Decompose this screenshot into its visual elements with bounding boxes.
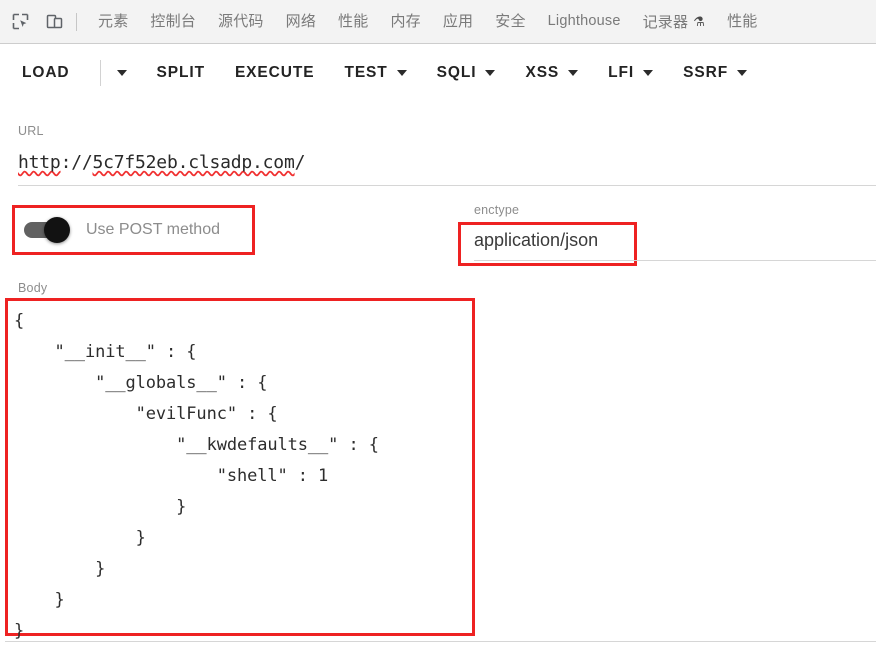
split-button[interactable]: SPLIT — [157, 58, 205, 88]
post-method-label: Use POST method — [86, 221, 220, 238]
url-field-underline — [18, 185, 876, 186]
xss-button[interactable]: XSS — [525, 58, 579, 88]
url-path: / — [294, 152, 306, 173]
ssrf-button-label: SSRF — [683, 63, 729, 81]
tabbar-divider — [76, 12, 77, 31]
load-divider — [99, 59, 101, 86]
url-input[interactable]: http://5c7f52eb.clsadp.com/ — [18, 152, 305, 173]
tab-memory[interactable]: 内存 — [379, 0, 431, 43]
flask-icon: ⚗ — [693, 13, 706, 29]
sqli-button[interactable]: SQLI — [437, 58, 496, 88]
inspect-element-icon[interactable] — [6, 8, 34, 36]
chevron-down-icon — [396, 69, 407, 76]
load-dropdown-button[interactable] — [113, 64, 131, 82]
tab-recorder-label: 记录器 — [642, 13, 689, 31]
tab-console[interactable]: 控制台 — [139, 0, 207, 43]
enctype-field-underline — [474, 260, 876, 261]
devtools-tab-bar: 元素 控制台 源代码 网络 性能 内存 应用 安全 Lighthouse 记录器… — [0, 0, 876, 44]
chevron-down-icon — [116, 69, 127, 76]
test-button[interactable]: TEST — [344, 58, 407, 88]
ssrf-button[interactable]: SSRF — [683, 58, 748, 88]
tab-performance-insights[interactable]: 性能 — [716, 0, 768, 43]
url-scheme: http — [18, 152, 61, 173]
chevron-down-icon — [568, 69, 579, 76]
body-field-label: Body — [18, 281, 48, 295]
action-toolbar: LOAD SPLIT EXECUTE TEST SQLI XSS LFI SSR… — [0, 45, 876, 100]
tab-application[interactable]: 应用 — [432, 0, 484, 43]
chevron-down-icon — [485, 69, 496, 76]
tab-performance[interactable]: 性能 — [327, 0, 379, 43]
device-toolbar-icon[interactable] — [40, 8, 68, 36]
lfi-button[interactable]: LFI — [608, 58, 654, 88]
toggle-knob — [44, 217, 70, 243]
tab-elements[interactable]: 元素 — [87, 0, 139, 43]
tab-lighthouse[interactable]: Lighthouse — [537, 0, 632, 43]
tab-security[interactable]: 安全 — [484, 0, 536, 43]
chevron-down-icon — [643, 69, 654, 76]
sqli-button-label: SQLI — [436, 63, 477, 81]
chevron-down-icon — [737, 69, 748, 76]
tab-recorder[interactable]: 记录器 ⚗ — [632, 0, 716, 43]
load-button[interactable]: LOAD — [22, 58, 70, 88]
body-field-underline — [5, 641, 876, 642]
body-input[interactable]: { "__init__" : { "__globals__" : { "evil… — [14, 306, 469, 647]
url-host: 5c7f52eb.clsadp.com — [92, 152, 295, 173]
tab-sources[interactable]: 源代码 — [207, 0, 275, 43]
enctype-field-label: enctype — [474, 203, 520, 217]
url-field-label: URL — [18, 124, 44, 138]
xss-button-label: XSS — [525, 63, 560, 81]
execute-button[interactable]: EXECUTE — [235, 58, 315, 88]
post-method-toggle-row[interactable]: Use POST method — [12, 205, 255, 255]
post-method-toggle[interactable] — [24, 217, 70, 243]
tab-network[interactable]: 网络 — [275, 0, 327, 43]
url-separator: :// — [60, 152, 93, 173]
lfi-button-label: LFI — [608, 63, 635, 81]
enctype-input[interactable]: application/json — [474, 230, 598, 251]
test-button-label: TEST — [344, 63, 388, 81]
